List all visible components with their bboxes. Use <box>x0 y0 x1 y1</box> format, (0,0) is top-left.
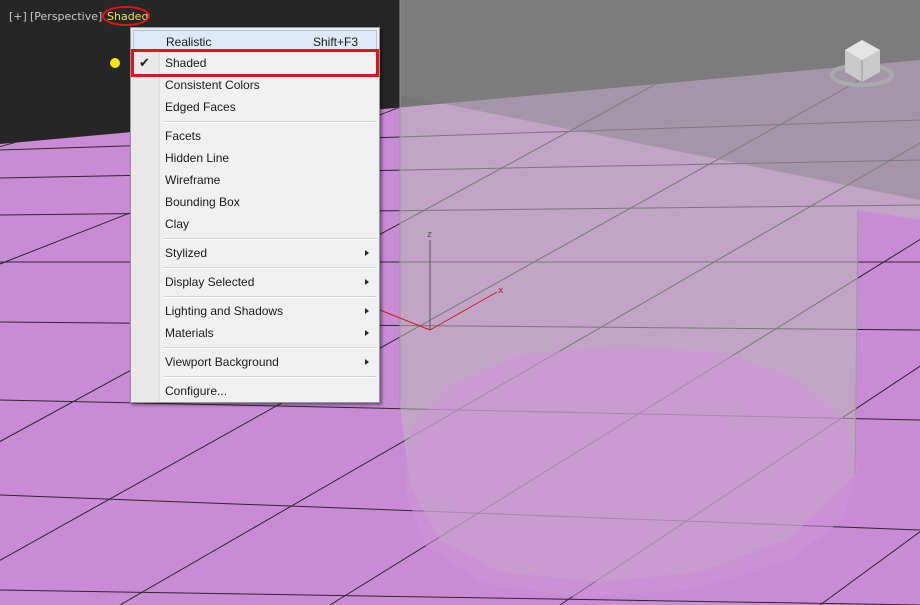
menu-item-label: Wireframe <box>165 173 221 187</box>
viewport-point-of-view-label[interactable]: [Perspective] <box>30 10 102 24</box>
submenu-arrow-icon <box>365 330 369 336</box>
menu-item-facets[interactable]: Facets <box>133 125 377 147</box>
menu-item-label: Stylized <box>165 246 208 260</box>
submenu-arrow-icon <box>365 359 369 365</box>
menu-item-label: Materials <box>165 326 214 340</box>
perspective-viewport[interactable]: z x [+] [Perspective] Shaded Realistic S… <box>0 0 920 605</box>
menu-item-label: Consistent Colors <box>165 78 260 92</box>
menu-separator <box>163 267 377 269</box>
menu-item-bounding-box[interactable]: Bounding Box <box>133 191 377 213</box>
light-indicator-icon[interactable] <box>110 58 120 68</box>
menu-item-label: Edged Faces <box>165 100 236 114</box>
menu-separator <box>163 376 377 378</box>
menu-separator <box>163 347 377 349</box>
gizmo-axis-x: x <box>498 286 504 296</box>
menu-item-label: Display Selected <box>165 275 255 289</box>
menu-item-edged-faces[interactable]: Edged Faces <box>133 96 377 118</box>
menu-item-label: Facets <box>165 129 202 143</box>
menu-item-label: Bounding Box <box>165 195 240 209</box>
menu-item-label: Clay <box>165 217 190 231</box>
menu-item-label: Hidden Line <box>165 151 230 165</box>
menu-item-clay[interactable]: Clay <box>133 213 377 235</box>
gizmo-axis-z: z <box>427 230 432 240</box>
menu-separator <box>163 121 377 123</box>
menu-item-label: Lighting and Shadows <box>165 304 284 318</box>
viewport-menu-plus[interactable]: [+] <box>9 10 27 24</box>
menu-item-stylized[interactable]: Stylized <box>133 242 377 264</box>
shading-label-highlight-circle <box>102 6 150 26</box>
menu-item-wireframe[interactable]: Wireframe <box>133 169 377 191</box>
menu-item-viewport-background[interactable]: Viewport Background <box>133 351 377 373</box>
submenu-arrow-icon <box>365 250 369 256</box>
menu-item-lighting-and-shadows[interactable]: Lighting and Shadows <box>133 300 377 322</box>
menu-item-label: Configure... <box>165 384 228 398</box>
shading-context-menu: Realistic Shift+F3 ✔ Shaded Consistent C… <box>130 27 380 403</box>
menu-item-materials[interactable]: Materials <box>133 322 377 344</box>
submenu-arrow-icon <box>365 279 369 285</box>
menu-separator <box>163 238 377 240</box>
menu-item-consistent-colors[interactable]: Consistent Colors <box>133 74 377 96</box>
menu-item-configure[interactable]: Configure... <box>133 380 377 402</box>
menu-item-hidden-line[interactable]: Hidden Line <box>133 147 377 169</box>
menu-item-label: Viewport Background <box>165 355 279 369</box>
submenu-arrow-icon <box>365 308 369 314</box>
menu-separator <box>163 296 377 298</box>
menu-item-display-selected[interactable]: Display Selected <box>133 271 377 293</box>
shaded-item-highlight-box <box>131 49 379 77</box>
